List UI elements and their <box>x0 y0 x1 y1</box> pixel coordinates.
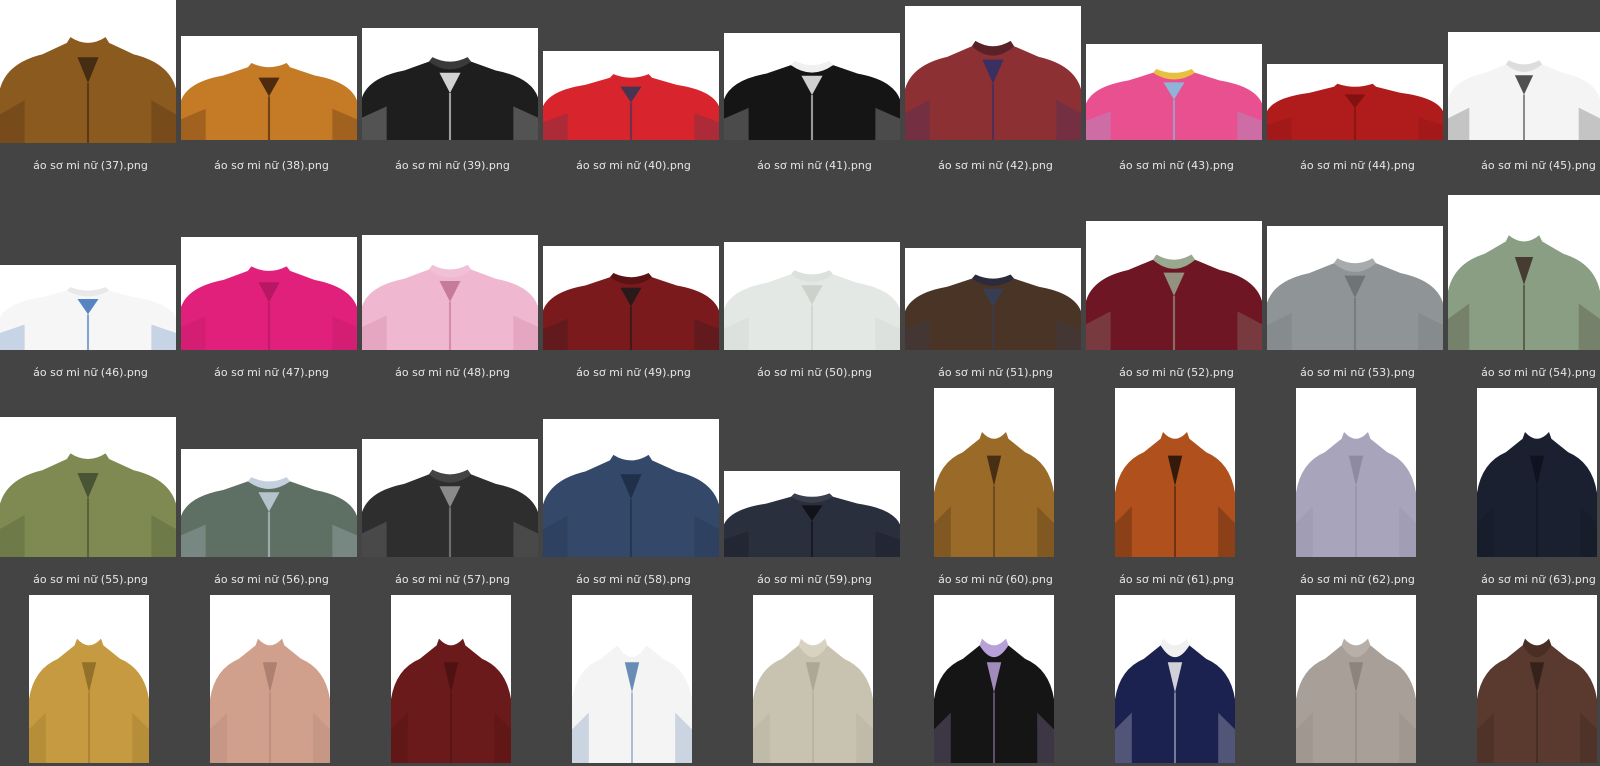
dark-red-blazer-thumbnail[interactable] <box>543 246 719 350</box>
file-name-label: áo sơ mi nữ (55).png <box>33 573 148 586</box>
striped-sweater-thumbnail[interactable] <box>1086 44 1262 140</box>
file-name-label: áo sơ mi nữ (37).png <box>33 159 148 172</box>
file-name-label: áo sơ mi nữ (43).png <box>1119 159 1234 172</box>
file-name-label: áo sơ mi nữ (38).png <box>214 159 329 172</box>
grey-plaid-shirt-thumbnail[interactable] <box>1267 226 1443 350</box>
wave-print-tee-thumbnail[interactable] <box>0 265 176 350</box>
file-name-label: áo sơ mi nữ (46).png <box>33 366 148 379</box>
file-name-label: áo sơ mi nữ (53).png <box>1300 366 1415 379</box>
denim-jacket-thumbnail[interactable] <box>543 419 719 557</box>
navy-striped-jacket-thumbnail[interactable] <box>1115 595 1235 763</box>
file-name-label: áo sơ mi nữ (44).png <box>1300 159 1415 172</box>
navy-turtleneck-thumbnail[interactable] <box>1477 388 1597 557</box>
black-white-knit-thumbnail[interactable] <box>362 439 538 557</box>
navy-jacket-thumbnail[interactable] <box>724 471 900 557</box>
file-name-label: áo sơ mi nữ (56).png <box>214 573 329 586</box>
fur-jacket-thumbnail[interactable] <box>905 248 1081 350</box>
teddy-bear-tee-thumbnail[interactable] <box>1448 32 1600 140</box>
file-name-label: áo sơ mi nữ (59).png <box>757 573 872 586</box>
beige-jacket-thumbnail[interactable] <box>753 595 873 763</box>
tiger-print-top-thumbnail[interactable] <box>181 36 357 140</box>
black-blazer-lilac-shirt-thumbnail[interactable] <box>934 595 1054 763</box>
file-name-label: áo sơ mi nữ (60).png <box>938 573 1053 586</box>
file-name-label: áo sơ mi nữ (42).png <box>938 159 1053 172</box>
red-shirt-thumbnail[interactable] <box>1267 64 1443 140</box>
maroon-cardigan-thumbnail[interactable] <box>1086 221 1262 350</box>
file-thumbnail-grid: áo sơ mi nữ (37).png áo sơ mi nữ (38).png… <box>0 0 1600 766</box>
pink-cardigan-thumbnail[interactable] <box>181 237 357 350</box>
file-name-label: áo sơ mi nữ (39).png <box>395 159 510 172</box>
red-polo-shirt-thumbnail[interactable] <box>543 51 719 140</box>
leopard-turtleneck-thumbnail[interactable] <box>934 388 1054 557</box>
file-name-label: áo sơ mi nữ (49).png <box>576 366 691 379</box>
file-name-label: áo sơ mi nữ (50).png <box>757 366 872 379</box>
file-name-label: áo sơ mi nữ (51).png <box>938 366 1053 379</box>
leopard-print-blouse-thumbnail[interactable] <box>1115 388 1235 557</box>
peach-knit-turtleneck-thumbnail[interactable] <box>210 595 330 763</box>
file-name-label: áo sơ mi nữ (62).png <box>1300 573 1415 586</box>
lavender-knit-thumbnail[interactable] <box>1296 388 1416 557</box>
white-knit-sweater-thumbnail[interactable] <box>724 242 900 350</box>
red-tweed-coat-thumbnail[interactable] <box>905 6 1081 140</box>
file-name-label: áo sơ mi nữ (47).png <box>214 366 329 379</box>
file-name-label: áo sơ mi nữ (61).png <box>1119 573 1234 586</box>
olive-zip-sweater-thumbnail[interactable] <box>0 417 176 557</box>
file-name-label: áo sơ mi nữ (54).png <box>1481 366 1596 379</box>
file-name-label: áo sơ mi nữ (57).png <box>395 573 510 586</box>
file-name-label: áo sơ mi nữ (58).png <box>576 573 691 586</box>
pink-plaid-shirt-thumbnail[interactable] <box>362 235 538 350</box>
file-name-label: áo sơ mi nữ (40).png <box>576 159 691 172</box>
file-name-label: áo sơ mi nữ (48).png <box>395 366 510 379</box>
black-sailor-jacket-thumbnail[interactable] <box>724 33 900 140</box>
maroon-turtleneck-thumbnail[interactable] <box>391 595 511 763</box>
mustard-turtleneck-thumbnail[interactable] <box>29 595 149 763</box>
brown-patchwork-jacket-thumbnail[interactable] <box>1477 595 1597 763</box>
file-name-label: áo sơ mi nữ (63).png <box>1481 573 1596 586</box>
file-name-label: áo sơ mi nữ (45).png <box>1481 159 1596 172</box>
denim-vest-white-shirt-thumbnail[interactable] <box>572 595 692 763</box>
file-name-label: áo sơ mi nữ (52).png <box>1119 366 1234 379</box>
leopard-print-top-thumbnail[interactable] <box>0 0 176 143</box>
black-blazer-turtleneck-thumbnail[interactable] <box>362 28 538 140</box>
grey-green-sweater-thumbnail[interactable] <box>181 449 357 557</box>
file-name-label: áo sơ mi nữ (41).png <box>757 159 872 172</box>
taupe-blazer-thumbnail[interactable] <box>1296 595 1416 763</box>
green-turtleneck-thumbnail[interactable] <box>1448 195 1600 350</box>
